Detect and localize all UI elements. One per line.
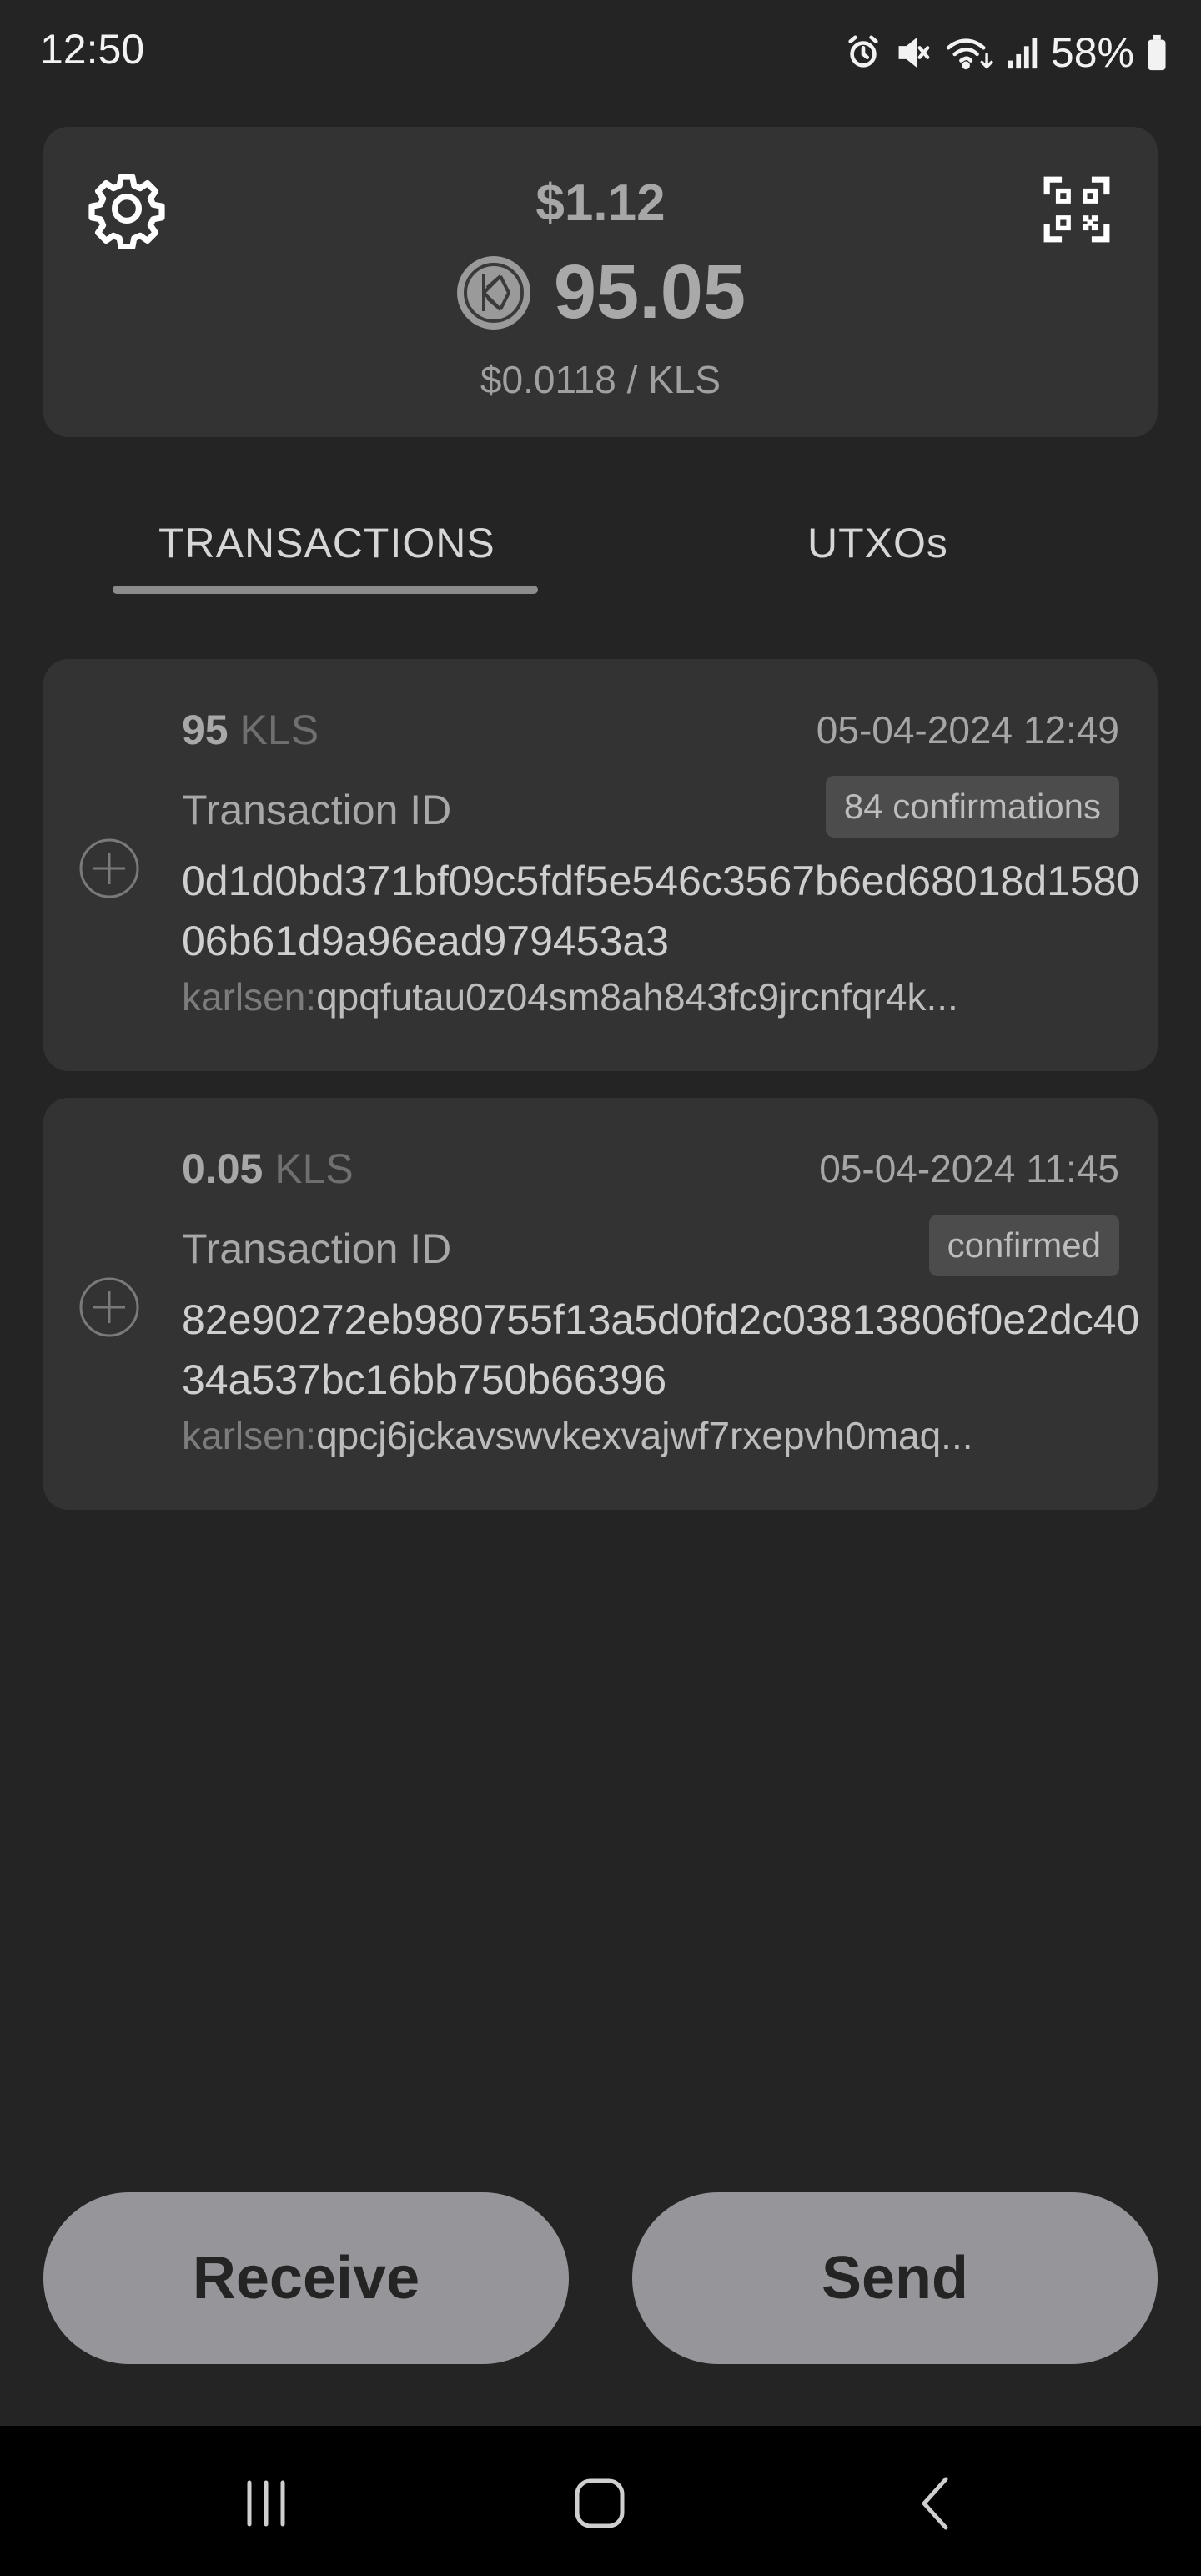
active-tab-indicator [113,586,538,594]
balance-card: $1.12 95.05 $0.0118 / KLS [43,127,1158,437]
status-badge: 84 confirmations [825,776,1119,838]
fiat-balance: $1.12 [535,174,666,232]
address-value: qpcj6jckavswvkexvajwf7rxepvh0maq... [316,1414,973,1457]
transaction-date: 05-04-2024 11:45 [819,1147,1119,1190]
status-bar: 12:50 58% [0,0,1201,108]
address-prefix: karlsen: [182,1414,317,1457]
transaction-amount: 0.05 KLS [182,1145,354,1193]
transaction-hash[interactable]: 82e90272eb980755f13a5d0fd2c03813806f0e2d… [182,1290,1141,1410]
amount-value: 95 [182,707,229,753]
send-button[interactable]: Send [632,2192,1158,2364]
amount-unit: KLS [239,707,319,753]
status-icons: 58% [844,23,1168,82]
kls-balance: 95.05 [553,249,746,335]
tab-transactions[interactable]: TRANSACTIONS [158,519,495,567]
kls-price: $0.0118 / KLS [480,358,721,401]
address-value: qpqfutau0z04sm8ah843fc9jrcnfqr4k... [316,975,958,1019]
wallet-screen: 12:50 58% $1.12 95.05 $0.0118 / KLS TRAN… [0,0,1201,2576]
expand-plus-icon[interactable] [78,838,140,899]
alarm-icon [844,33,882,72]
back-button[interactable] [899,2468,974,2543]
kls-balance-row: 95.05 [43,249,1158,336]
home-button[interactable] [562,2468,637,2543]
recents-button[interactable] [229,2468,304,2543]
status-badge: confirmed [928,1215,1119,1276]
transaction-id-label: Transaction ID [182,787,452,833]
mute-icon [894,33,932,72]
receive-button[interactable]: Receive [43,2192,569,2364]
system-nav-bar [0,2426,1201,2576]
amount-value: 0.05 [182,1145,264,1192]
transaction-address[interactable]: karlsen:qpcj6jckavswvkexvajwf7rxepvh0maq… [182,1413,1149,1458]
transaction-address[interactable]: karlsen:qpqfutau0z04sm8ah843fc9jrcnfqr4k… [182,974,1149,1019]
transaction-hash[interactable]: 0d1d0bd371bf09c5fdf5e546c3567b6ed68018d1… [182,851,1141,971]
wifi-icon [944,33,994,72]
recents-icon [237,2474,295,2537]
status-time: 12:50 [40,26,145,73]
back-icon [907,2474,966,2537]
transaction-id-label: Transaction ID [182,1225,452,1272]
qr-scan-button[interactable] [1041,174,1116,249]
address-prefix: karlsen: [182,975,317,1019]
expand-plus-icon[interactable] [78,1276,140,1338]
amount-unit: KLS [274,1145,354,1192]
battery-percentage: 58% [1050,29,1134,76]
transaction-card[interactable]: 0.05 KLS 05-04-2024 11:45 Transaction ID… [43,1098,1158,1510]
transaction-amount: 95 KLS [182,706,319,754]
home-icon [570,2474,629,2537]
battery-icon [1146,33,1168,72]
transaction-date: 05-04-2024 12:49 [816,708,1119,752]
tab-bar: TRANSACTIONS UTXOs [0,501,1201,601]
karlsen-logo-icon [455,254,532,331]
qr-code-icon [1041,176,1113,249]
transaction-card[interactable]: 95 KLS 05-04-2024 12:49 Transaction ID 8… [43,659,1158,1071]
signal-icon [1006,33,1039,72]
tab-utxos[interactable]: UTXOs [807,519,948,567]
